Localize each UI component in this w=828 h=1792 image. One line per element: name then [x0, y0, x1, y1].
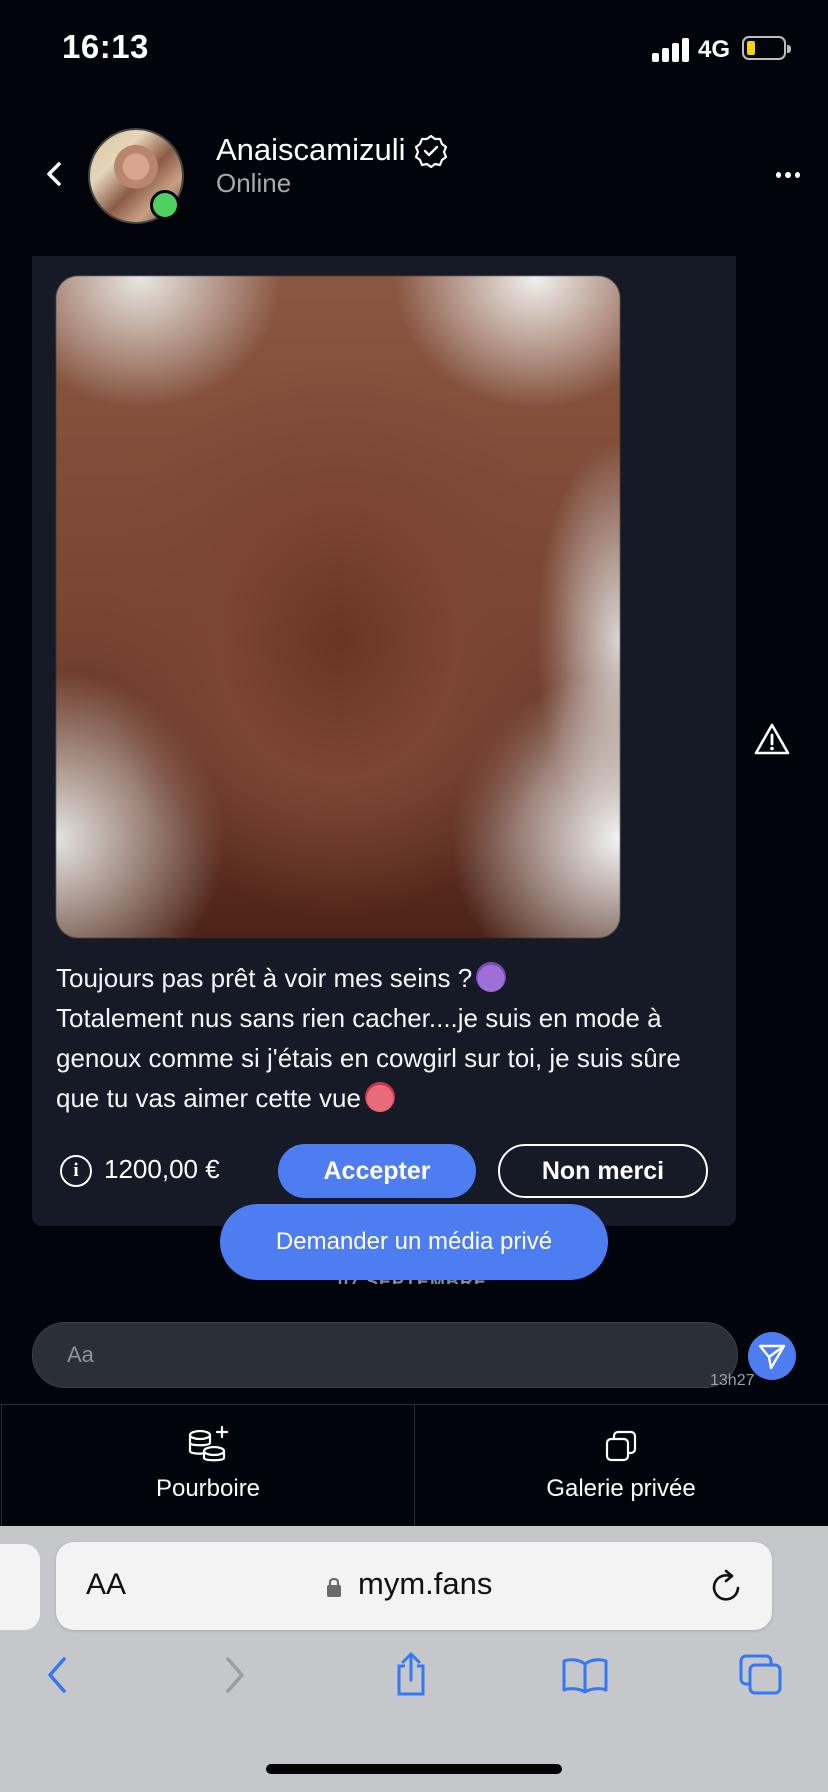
back-chevron-icon	[47, 162, 61, 186]
verified-badge-icon	[414, 134, 448, 169]
report-warning-icon[interactable]	[754, 722, 790, 756]
browser-forward-icon[interactable]	[210, 1650, 260, 1700]
home-indicator	[266, 1764, 562, 1774]
online-status: Online	[216, 168, 292, 198]
previous-tab-peek[interactable]	[0, 1544, 40, 1630]
tip-label: Pourboire	[155, 1475, 261, 1502]
bottom-actions: Pourboire Galerie privée	[0, 1404, 828, 1527]
accept-button[interactable]: Accepter	[278, 1144, 476, 1198]
reload-icon[interactable]	[710, 1568, 744, 1604]
message-line-1: Toujours pas prêt à voir mes seins ?	[56, 963, 473, 993]
gallery-copy-icon	[605, 1430, 637, 1462]
send-button[interactable]	[748, 1332, 796, 1380]
message-input[interactable]: Aa	[32, 1322, 738, 1388]
bookmarks-icon[interactable]	[560, 1650, 610, 1700]
request-private-media-button[interactable]: Demander un média privé	[220, 1204, 608, 1280]
more-dots-icon[interactable]	[776, 172, 800, 180]
info-icon[interactable]: i	[60, 1155, 92, 1187]
hot-face-emoji-icon	[364, 1082, 395, 1112]
status-time: 16:13	[62, 28, 149, 65]
tip-button[interactable]: Pourboire	[1, 1405, 414, 1527]
decline-button[interactable]: Non merci	[498, 1144, 708, 1198]
online-indicator	[150, 190, 180, 220]
blurred-media-preview[interactable]	[56, 276, 620, 938]
share-icon[interactable]	[386, 1650, 436, 1700]
url-text[interactable]: mym.fans	[358, 1566, 492, 1602]
back-button[interactable]	[40, 160, 68, 188]
lock-icon	[326, 1576, 342, 1598]
send-paper-plane-icon	[758, 1344, 786, 1370]
reader-settings-button[interactable]: AA	[86, 1568, 126, 1602]
network-type: 4G	[698, 36, 731, 63]
private-gallery-button[interactable]: Galerie privée	[414, 1405, 827, 1527]
message-timestamp: 13h27	[710, 1372, 755, 1389]
signal-strength-icon	[652, 38, 690, 62]
battery-icon	[742, 36, 791, 60]
browser-back-icon[interactable]	[32, 1650, 82, 1700]
contact-name[interactable]: Anaiscamizuli	[216, 132, 406, 168]
coins-plus-icon	[188, 1425, 229, 1462]
smiling-devil-emoji-icon	[476, 962, 507, 992]
gallery-label: Galerie privée	[546, 1475, 696, 1502]
message-price: 1200,00 €	[104, 1154, 220, 1184]
message-text: Toujours pas prêt à voir mes seins ? Tot…	[56, 958, 716, 1118]
browser-nav-bar	[0, 1650, 828, 1710]
tabs-icon[interactable]	[736, 1650, 786, 1700]
